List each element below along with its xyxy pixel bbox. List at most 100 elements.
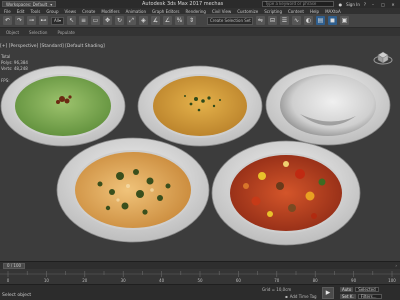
ribbon-tab-populate[interactable]: Populate — [57, 30, 74, 35]
timeline-tick-label: 90 — [351, 278, 357, 283]
minimize-button[interactable]: – — [370, 2, 376, 7]
grid-label: Grid = 10,0cm — [262, 287, 292, 292]
auto-key-button[interactable]: Auto — [340, 287, 354, 292]
move-icon[interactable]: ✥ — [102, 16, 112, 25]
menu-item-views[interactable]: Views — [65, 9, 77, 14]
plate-orange-soup[interactable] — [137, 65, 263, 147]
render-setup-icon[interactable]: ▤ — [315, 16, 325, 25]
track-bar[interactable]: 0 10 20 30 40 50 60 70 80 90 100 — [0, 269, 400, 284]
timeline-tick-label: 80 — [313, 278, 319, 283]
material-editor-icon[interactable]: ◐ — [303, 16, 313, 25]
redo-icon[interactable]: ↷ — [15, 16, 24, 25]
title-bar-controls: ● Sign In ? – □ ✕ — [339, 0, 396, 8]
scale-icon[interactable]: ⤢ — [126, 16, 136, 25]
timeline-tick-label: 10 — [44, 278, 50, 283]
scene-render — [0, 64, 391, 246]
layers-icon[interactable]: ☰ — [279, 16, 289, 25]
workspace-dropdown[interactable]: Workspaces: Default ▾ — [2, 1, 57, 7]
time-slider[interactable]: 0 / 100 › — [0, 261, 400, 269]
timeline-tick-label: 60 — [236, 278, 242, 283]
menu-item-customize[interactable]: Customize — [237, 9, 258, 14]
plate-green-soup[interactable] — [0, 65, 126, 147]
menu-item-group[interactable]: Group — [46, 9, 58, 14]
auto-key-row: Auto Selected — [340, 287, 380, 292]
menu-item-file[interactable]: File — [4, 9, 11, 14]
close-button[interactable]: ✕ — [390, 2, 396, 7]
perspective-viewport[interactable]: [+] [Perspective] [Standard] [Default Sh… — [0, 36, 400, 261]
maximize-button[interactable]: □ — [380, 2, 386, 7]
menu-item-graph-editors[interactable]: Graph Editors — [152, 9, 179, 14]
main-toolbar: ↶ ↷ ⊸ ⊷ All ▾ ↖ ≡ ▭ ✥ ↻ ⤢ ◈ ∡ ∠ % ⇕ Crea… — [0, 14, 400, 28]
menu-item-content[interactable]: Content — [288, 9, 304, 14]
ribbon: Object Selection Populate — [0, 28, 400, 36]
menu-item-animation[interactable]: Animation — [126, 9, 146, 14]
menu-item-maxtoa[interactable]: MAXtoA — [325, 9, 341, 14]
workspace-label: Workspaces: Default — [6, 1, 48, 7]
spinner-snap-icon[interactable]: ⇕ — [186, 16, 196, 25]
chevron-right-icon[interactable]: › — [395, 263, 397, 268]
menu-item-civil-view[interactable]: Civil View — [212, 9, 231, 14]
chevron-down-icon: ▾ — [58, 18, 61, 23]
align-icon[interactable]: ⊟ — [267, 16, 277, 25]
selection-set-dropdown[interactable]: Create Selection Set — [206, 16, 253, 25]
plate-cream-soup[interactable] — [56, 137, 210, 243]
curve-editor-icon[interactable]: ∿ — [291, 16, 301, 25]
undo-icon[interactable]: ↶ — [3, 16, 12, 25]
unlink-icon[interactable]: ⊷ — [39, 16, 48, 25]
filters-button[interactable]: Filters... — [357, 294, 382, 299]
add-time-tag-label: Add Time Tag — [289, 294, 317, 299]
user-icon: ● — [338, 1, 343, 7]
viewcube-icon[interactable] — [372, 46, 394, 68]
status-prompt: Select object — [2, 293, 32, 298]
render-icon[interactable]: ◼ — [327, 16, 337, 25]
angle-snap-icon[interactable]: ∠ — [162, 16, 172, 25]
timeline-tick-label: 70 — [274, 278, 280, 283]
timeline-tick-label: 50 — [197, 278, 203, 283]
selection-filter-dropdown[interactable]: All ▾ — [51, 16, 64, 25]
menu-item-edit[interactable]: Edit — [17, 9, 25, 14]
grid-readout: Grid = 10,0cm — [262, 287, 291, 292]
search-input[interactable]: Type a keyword or phrase — [262, 1, 334, 7]
menu-item-scripting[interactable]: Scripting — [264, 9, 282, 14]
select-icon[interactable]: ↖ — [66, 16, 76, 25]
snap-icon[interactable]: ∡ — [150, 16, 160, 25]
ribbon-tab-object[interactable]: Object — [6, 30, 19, 35]
mirror-icon[interactable]: ⇋ — [255, 16, 265, 25]
status-bar: Select object Grid = 10,0cm ▪ Add Time T… — [0, 284, 400, 300]
menu-item-help[interactable]: Help — [310, 9, 319, 14]
add-time-tag-button[interactable]: ▪ Add Time Tag — [285, 294, 317, 299]
menu-item-create[interactable]: Create — [82, 9, 95, 14]
play-icon[interactable]: ▸ — [322, 287, 334, 299]
render-frame-icon[interactable]: ▣ — [339, 16, 349, 25]
link-icon[interactable]: ⊸ — [27, 16, 36, 25]
chevron-down-icon: ▾ — [50, 1, 53, 7]
selected-dropdown[interactable]: Selected — [355, 287, 380, 292]
help-icon[interactable]: ? — [364, 2, 366, 7]
fps-label: FPS: — [1, 78, 10, 83]
time-slider-handle[interactable]: 0 / 100 — [3, 262, 26, 269]
plate-empty[interactable] — [265, 64, 391, 146]
set-key-button[interactable]: Set K. — [340, 294, 356, 299]
timeline-tick-label: 30 — [121, 278, 127, 283]
timeline-tick-label: 100 — [388, 278, 396, 283]
select-by-name-icon[interactable]: ≡ — [78, 16, 88, 25]
menu-item-modifiers[interactable]: Modifiers — [101, 9, 119, 14]
viewport-stats: Total Polys: 96,384 Verts: 48,248 — [1, 54, 28, 72]
stats-verts-label: Verts: 48,248 — [1, 66, 28, 71]
title-bar: Workspaces: Default ▾ Autodesk 3ds Max 2… — [0, 0, 400, 8]
set-key-row: Set K. Filters... — [340, 294, 382, 299]
percent-snap-icon[interactable]: % — [174, 16, 184, 25]
signin-link[interactable]: Sign In — [346, 2, 360, 7]
window-title: Autodesk 3ds Max 2017 mechas — [142, 1, 224, 7]
pivot-icon[interactable]: ◈ — [138, 16, 148, 25]
timeline-tick-label: 40 — [159, 278, 165, 283]
rotate-icon[interactable]: ↻ — [114, 16, 124, 25]
menu-item-rendering[interactable]: Rendering — [186, 9, 206, 14]
timeline-tick-label: 20 — [82, 278, 88, 283]
plate-red-stew[interactable] — [211, 140, 361, 246]
rect-select-icon[interactable]: ▭ — [90, 16, 100, 25]
viewport-label[interactable]: [+] [Perspective] [Standard] [Default Sh… — [0, 44, 105, 49]
timeline-tick-label: 0 — [7, 278, 10, 283]
ribbon-tab-selection[interactable]: Selection — [29, 30, 47, 35]
menu-item-tools[interactable]: Tools — [30, 9, 40, 14]
